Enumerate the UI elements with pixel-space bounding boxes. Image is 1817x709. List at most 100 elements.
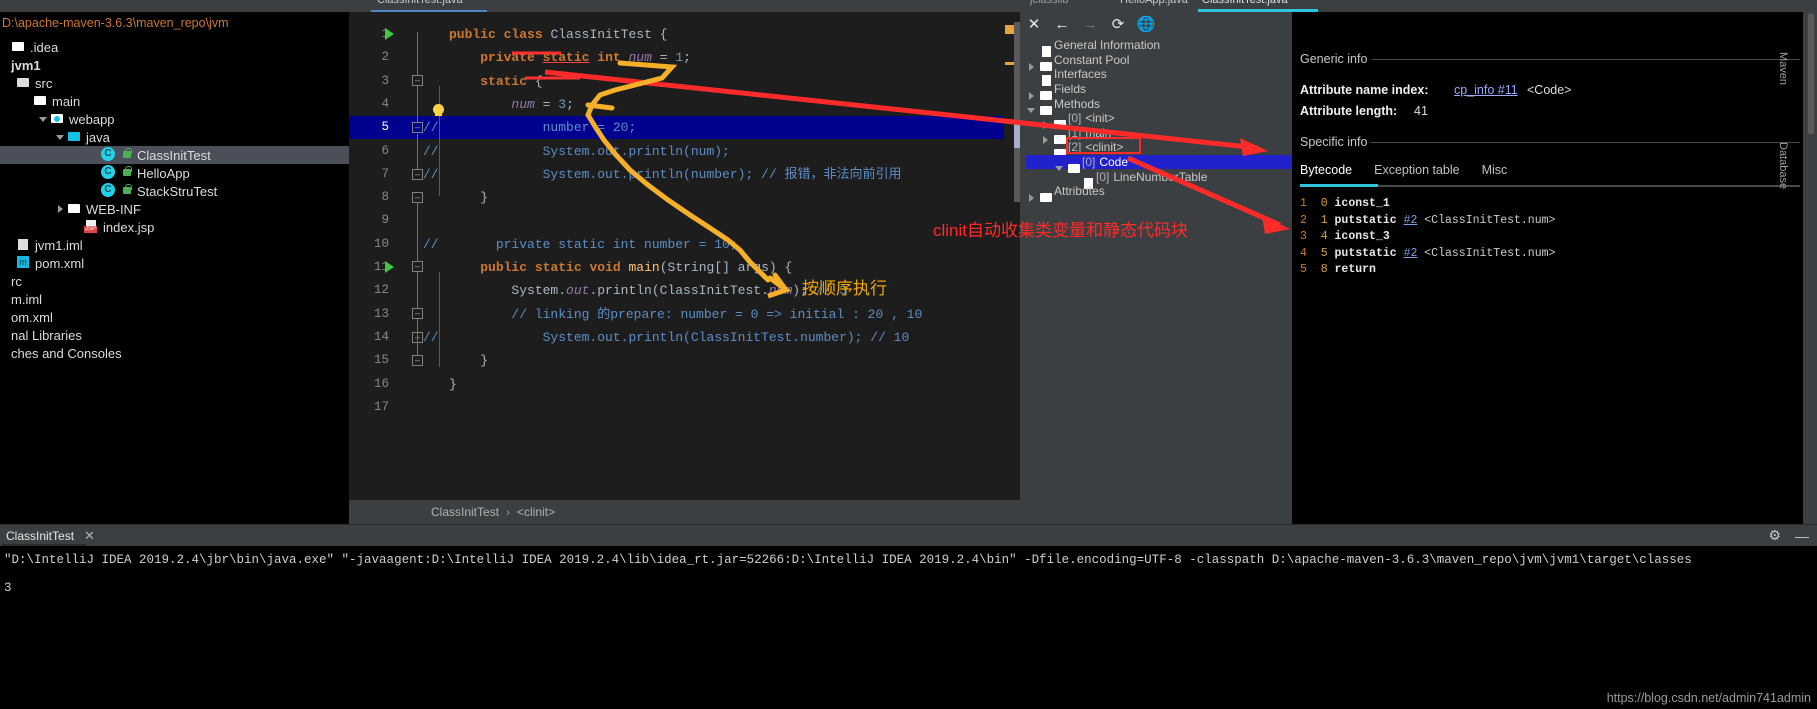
editor-line[interactable]: 15 } (349, 349, 1020, 372)
bytecode-instruction-row[interactable]: 1 0 iconst_1 (1300, 197, 1390, 210)
breadcrumb-class[interactable]: ClassInitTest (431, 505, 499, 519)
run-tool-window-tabbar[interactable]: ClassInitTest ✕ ⚙ — (0, 524, 1817, 546)
editor-code-area[interactable]: 1 public class ClassInitTest {2 private s… (349, 12, 1020, 500)
run-tab-close-icon[interactable]: ✕ (84, 528, 95, 544)
detail-tab-misc[interactable]: Misc (1482, 163, 1508, 180)
breadcrumb-method[interactable]: <clinit> (517, 505, 555, 519)
project-tree-item[interactable]: jvm1.iml (0, 236, 349, 254)
code-editor[interactable]: 1 public class ClassInitTest {2 private s… (349, 12, 1020, 524)
project-tree-item[interactable]: StackStruTest (0, 182, 349, 200)
project-tree-item[interactable]: ClassInitTest (0, 146, 349, 164)
fold-marker-main[interactable]: – (412, 261, 423, 272)
tab-helloapp-java[interactable]: HelloApp.java (1120, 0, 1188, 6)
project-tree-item[interactable]: webapp (0, 110, 349, 128)
project-tree-item[interactable]: m.iml (0, 290, 349, 308)
editor-line[interactable]: 1 public class ClassInitTest { (349, 23, 1020, 46)
run-class-icon[interactable] (385, 28, 394, 40)
jclasslib-toolbar[interactable]: ✕ ← → ⟳ 🌐 (1020, 12, 1292, 36)
detail-panel-scrollbar[interactable] (1808, 14, 1814, 134)
editor-line[interactable]: 4 num = 3; (349, 93, 1020, 116)
project-tree-item[interactable]: nal Libraries (0, 326, 349, 344)
fold-marker-line7[interactable]: – (412, 169, 423, 180)
fold-marker-line15[interactable]: – (412, 355, 423, 366)
bytecode-instruction-row[interactable]: 4 5 putstatic #2 <ClassInitTest.num> (1300, 247, 1555, 260)
editor-line[interactable]: 9 (349, 209, 1020, 232)
project-tree-item[interactable]: .idea (0, 38, 349, 56)
jclasslib-tree-panel[interactable]: ✕ ← → ⟳ 🌐 General Information Constant Po… (1020, 12, 1292, 524)
maven-tool-label[interactable]: Maven (1777, 52, 1789, 85)
minimize-icon[interactable]: — (1795, 528, 1809, 544)
bytecode-instruction-row[interactable]: 2 1 putstatic #2 <ClassInitTest.num> (1300, 214, 1555, 227)
project-tree-item[interactable]: java (0, 128, 349, 146)
database-tool-label[interactable]: Database (1777, 142, 1789, 189)
tab-classinittest-java-right[interactable]: ClassInitTest.java (1202, 0, 1288, 6)
reload-icon[interactable]: ⟳ (1104, 13, 1132, 35)
editor-line[interactable]: 11 public static void main(String[] args… (349, 256, 1020, 279)
editor-line[interactable]: 2 private static int num = 1; (349, 46, 1020, 69)
classfile-tree-item[interactable]: [1] main (1026, 126, 1292, 144)
project-tree-item[interactable]: om.xml (0, 308, 349, 326)
bytecode-constant-ref[interactable]: #2 (1404, 247, 1418, 260)
classfile-tree-item[interactable]: [0] Code (1026, 154, 1292, 174)
back-icon[interactable]: ← (1048, 13, 1076, 35)
classfile-tree-item[interactable]: Methods (1026, 96, 1292, 115)
project-tree-item[interactable]: main (0, 92, 349, 110)
classfile-tree-item[interactable]: [2] <clinit> (1026, 140, 1292, 159)
editor-line[interactable]: 13 // linking 的prepare: number = 0 => in… (349, 303, 1020, 326)
intention-bulb-icon[interactable] (433, 104, 444, 116)
classfile-tree-item[interactable]: Attributes (1026, 184, 1292, 203)
todo-marker[interactable] (1005, 62, 1014, 65)
editor-line[interactable]: 17 (349, 396, 1020, 419)
detail-tab-bytecode[interactable]: Bytecode (1300, 163, 1352, 180)
fold-marker-line13[interactable]: – (412, 308, 423, 319)
detail-tab-exception-table[interactable]: Exception table (1374, 163, 1459, 180)
editor-line[interactable]: 5 // number = 20; (349, 116, 1020, 140)
bytecode-constant-ref[interactable]: #2 (1404, 214, 1418, 227)
editor-line[interactable]: 12 System.out.println(ClassInitTest.num)… (349, 279, 1020, 302)
chevron-open-icon[interactable] (56, 132, 67, 143)
editor-line[interactable]: 10 // private static int number = 10; (349, 233, 1020, 256)
project-tree-item[interactable]: rc (0, 272, 349, 290)
run-console-output[interactable]: "D:\IntelliJ IDEA 2019.2.4\jbr\bin\java.… (0, 546, 1817, 709)
project-tree-item[interactable]: pom.xml (0, 254, 349, 272)
project-tree-item[interactable]: index.jsp (0, 218, 349, 236)
classfile-tree-item[interactable]: Interfaces (1026, 67, 1292, 87)
project-tree-item[interactable]: jvm1 (0, 56, 349, 74)
editor-line[interactable]: 14 // System.out.println(ClassInitTest.nu… (349, 326, 1020, 349)
editor-line[interactable]: 8 } (349, 186, 1020, 209)
editor-line[interactable]: 6 // System.out.println(num); (349, 140, 1020, 163)
project-tree-item[interactable]: WEB-INF (0, 200, 349, 218)
project-tree-item[interactable]: HelloApp (0, 164, 349, 182)
project-tree-item[interactable]: src (0, 74, 349, 92)
run-main-icon[interactable] (385, 261, 394, 273)
gear-icon[interactable]: ⚙ (1768, 527, 1781, 544)
editor-line[interactable]: 7 // System.out.println(number); // 报错，非法… (349, 163, 1020, 186)
project-tool-window[interactable]: D:\apache-maven-3.6.3\maven_repo\jvm .id… (0, 12, 349, 524)
editor-line[interactable]: 16} (349, 373, 1020, 396)
browse-icon[interactable]: 🌐 (1132, 13, 1160, 35)
run-window-controls[interactable]: ⚙ — (1768, 527, 1809, 544)
classfile-tree-item[interactable]: [0] LineNumberTable (1026, 169, 1292, 189)
tab-jclasslib[interactable]: jclasslib (1030, 0, 1069, 6)
fold-marker-static-block[interactable]: – (412, 75, 423, 86)
classfile-tree-item[interactable]: [0] <init> (1026, 111, 1292, 130)
project-tree-item[interactable]: ches and Consoles (0, 344, 349, 362)
chevron-open-icon[interactable] (39, 114, 50, 125)
classfile-tree-item[interactable]: General Information (1026, 38, 1292, 58)
classfile-tree-item[interactable]: Constant Pool (1026, 53, 1292, 71)
warning-marker[interactable] (1005, 25, 1014, 34)
run-tab-classinittest[interactable]: ClassInitTest ✕ (6, 528, 95, 544)
close-icon[interactable]: ✕ (1020, 13, 1048, 35)
bytecode-instruction-row[interactable]: 5 8 return (1300, 263, 1376, 276)
bytecode-instruction-row[interactable]: 3 4 iconst_3 (1300, 230, 1390, 243)
fold-marker-line5[interactable]: – (412, 122, 423, 133)
classfile-tree-item[interactable]: Fields (1026, 82, 1292, 101)
bytecode-tabs[interactable]: Bytecode Exception table Misc (1300, 160, 1800, 182)
attribute-name-index-link[interactable]: cp_info #11 (1454, 83, 1518, 97)
editor-breadcrumb[interactable]: ClassInitTest › <clinit> (349, 500, 1020, 524)
editor-scroll-markers[interactable] (1004, 12, 1020, 500)
editor-line[interactable]: 3 static { (349, 70, 1020, 93)
tab-classinittest-java[interactable]: ClassInitTest.java (377, 0, 463, 6)
forward-icon[interactable]: → (1076, 13, 1104, 35)
chevron-closed-icon[interactable] (56, 204, 67, 215)
